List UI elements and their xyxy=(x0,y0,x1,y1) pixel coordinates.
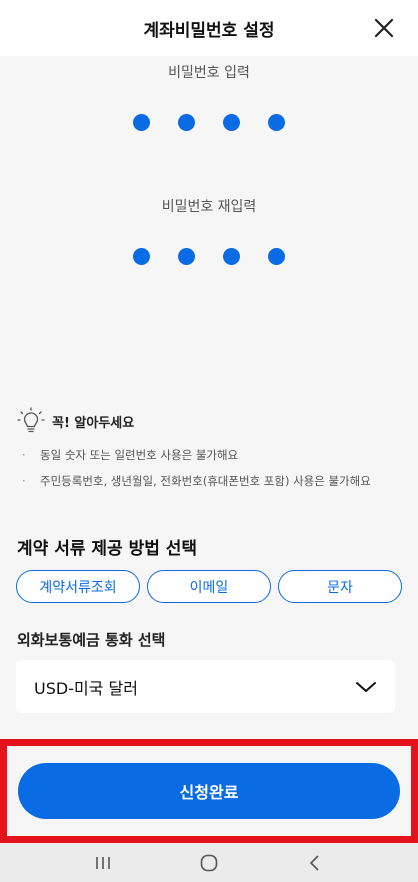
currency-select[interactable]: USD-미국 달러 xyxy=(16,660,395,713)
notice-item: · 동일 숫자 또는 일련번호 사용은 불가해요 xyxy=(22,448,402,474)
close-button[interactable] xyxy=(370,14,398,42)
header: 계좌비밀번호 설정 xyxy=(0,0,418,56)
home-button[interactable] xyxy=(189,848,229,878)
password-label: 비밀번호 입력 xyxy=(168,65,250,81)
password-dot xyxy=(223,114,240,131)
lightbulb-icon xyxy=(17,407,45,433)
submit-button[interactable]: 신청완료 xyxy=(18,763,400,819)
notice-header: 꼭! 알아두세요 xyxy=(16,406,134,436)
password-confirm-label: 비밀번호 재입력 xyxy=(161,199,257,215)
password-confirm-dot xyxy=(133,248,150,265)
password-dot xyxy=(133,114,150,131)
currency-title: 외화보통예금 통화 선택 xyxy=(17,631,166,649)
chevron-down-icon xyxy=(356,681,376,692)
password-confirm-dot xyxy=(178,248,195,265)
option-contract-view-button[interactable]: 계약서류조회 xyxy=(16,570,140,603)
home-icon xyxy=(200,854,218,871)
doc-delivery-title: 계약 서류 제공 방법 선택 xyxy=(17,539,198,559)
password-dots[interactable] xyxy=(0,114,418,131)
notice-item-text: 주민등록번호, 생년월일, 전화번호(휴대폰번호 포함) 사용은 불가해요 xyxy=(40,474,371,488)
recent-apps-button[interactable] xyxy=(83,848,123,878)
notice-title: 꼭! 알아두세요 xyxy=(52,415,135,431)
recent-apps-icon xyxy=(96,856,110,869)
currency-selected-value: USD-미국 달러 xyxy=(34,678,138,698)
submit-highlight-frame: 신청완료 xyxy=(0,739,418,843)
notice-item: · 주민등록번호, 생년월일, 전화번호(휴대폰번호 포함) 사용은 불가해요 xyxy=(22,474,402,500)
back-icon xyxy=(309,854,319,871)
password-dot xyxy=(268,114,285,131)
password-confirm-dot xyxy=(268,248,285,265)
password-confirm-dots[interactable] xyxy=(0,248,418,265)
back-button[interactable] xyxy=(295,848,335,878)
option-sms-button[interactable]: 문자 xyxy=(278,570,402,603)
close-icon xyxy=(374,18,394,38)
password-dot xyxy=(178,114,195,131)
system-navbar xyxy=(0,843,418,882)
password-confirm-dot xyxy=(223,248,240,265)
doc-delivery-options: 계약서류조회 이메일 문자 xyxy=(16,570,402,603)
notice-item-text: 동일 숫자 또는 일련번호 사용은 불가해요 xyxy=(40,448,239,462)
page-title: 계좌비밀번호 설정 xyxy=(143,20,275,41)
notice-list: · 동일 숫자 또는 일련번호 사용은 불가해요 · 주민등록번호, 생년월일, 전… xyxy=(22,448,402,500)
option-email-button[interactable]: 이메일 xyxy=(147,570,271,603)
